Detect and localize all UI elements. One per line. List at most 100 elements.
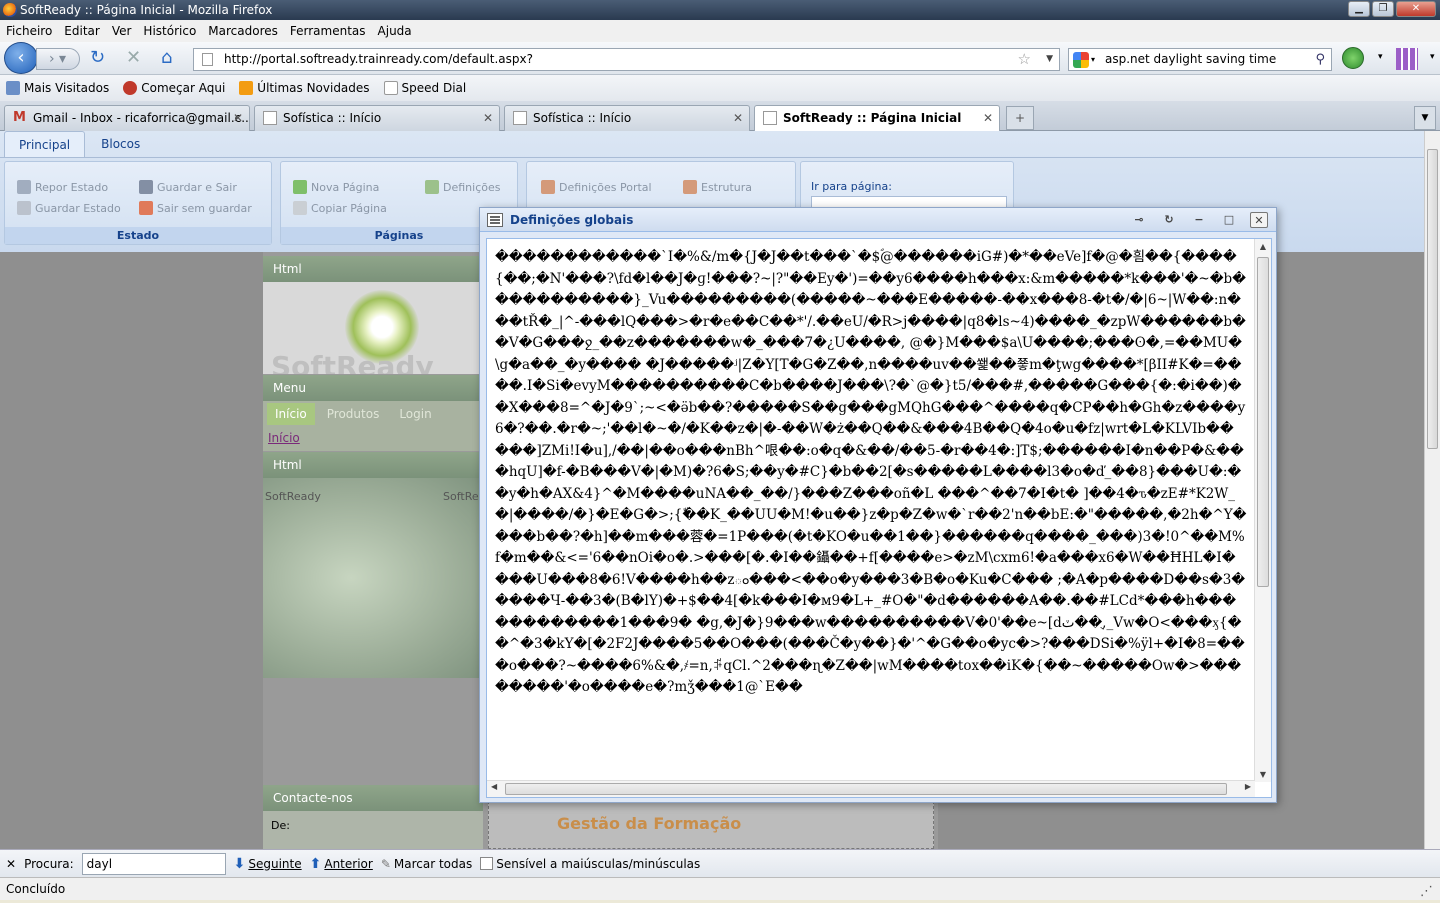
addon-dropdown-icon[interactable]: ▾ bbox=[1378, 52, 1383, 62]
find-previous-button[interactable]: ⬆ Anterior bbox=[310, 856, 373, 872]
widget-header: Html bbox=[263, 256, 483, 282]
url-bar[interactable]: http://portal.softready.trainready.com/d… bbox=[193, 48, 1060, 71]
menu-bar: Ficheiro Editar Ver Histórico Marcadores… bbox=[0, 20, 1440, 42]
maximize-icon[interactable]: □ bbox=[1220, 212, 1238, 228]
bookmark-star-icon[interactable]: ☆ bbox=[1018, 49, 1031, 70]
ir-para-label: Ir para página: bbox=[811, 180, 892, 193]
minimize-button[interactable]: ▁ bbox=[1348, 1, 1370, 17]
menu-ajuda[interactable]: Ajuda bbox=[378, 24, 412, 38]
speed-dial-grid-icon[interactable] bbox=[1396, 48, 1418, 70]
search-icon[interactable]: ⚲ bbox=[1315, 49, 1325, 70]
bookmark-speed-dial[interactable]: Speed Dial bbox=[383, 81, 466, 95]
find-input[interactable] bbox=[81, 852, 226, 875]
bookmark-comecar-aqui[interactable]: Começar Aqui bbox=[123, 81, 225, 95]
tab-list-button[interactable]: ▼ bbox=[1414, 106, 1436, 130]
menu-ficheiro[interactable]: Ficheiro bbox=[6, 24, 52, 38]
google-icon[interactable] bbox=[1073, 52, 1089, 68]
group-label-estado: Estado bbox=[5, 227, 271, 244]
page-icon bbox=[763, 111, 777, 125]
pencil-icon bbox=[683, 180, 697, 194]
estrutura-button[interactable]: Estrutura bbox=[683, 180, 752, 194]
tab-sofistica-2[interactable]: Sofística :: Início ✕ bbox=[504, 105, 750, 131]
firefox-icon bbox=[3, 3, 17, 17]
back-button[interactable]: ‹ bbox=[4, 42, 38, 74]
inicio-link[interactable]: Início bbox=[268, 431, 300, 445]
gmail-icon: M bbox=[13, 110, 26, 125]
close-icon[interactable]: ✕ bbox=[1250, 212, 1268, 228]
menu-link-login[interactable]: Login bbox=[391, 403, 439, 425]
maximize-button[interactable]: ❐ bbox=[1372, 1, 1394, 17]
widget-html-2: Html bbox=[263, 452, 483, 478]
widget-contact: Contacte-nos De: bbox=[263, 785, 483, 849]
close-find-icon[interactable]: ✕ bbox=[6, 857, 16, 871]
menu-ferramentas[interactable]: Ferramentas bbox=[290, 24, 366, 38]
ribbon-tab-blocos[interactable]: Blocos bbox=[87, 131, 154, 157]
scroll-left-icon[interactable]: ◀ bbox=[491, 782, 497, 791]
ribbon-tab-principal[interactable]: Principal bbox=[4, 131, 86, 157]
arrow-up-icon: ⬆ bbox=[309, 855, 322, 872]
dialog-titlebar: Definições globais ⊸ ↻ − □ ✕ bbox=[480, 208, 1276, 232]
close-tab-icon[interactable]: ✕ bbox=[483, 106, 493, 130]
menu-link-produtos[interactable]: Produtos bbox=[319, 403, 388, 425]
resize-grip-icon[interactable]: ⋰ bbox=[1420, 881, 1436, 899]
guardar-estado-button[interactable]: Guardar Estado bbox=[17, 201, 121, 215]
scroll-up-icon[interactable]: ▲ bbox=[1255, 242, 1271, 251]
reload-icon[interactable]: ↻ bbox=[90, 49, 105, 67]
stop-icon[interactable]: ✕ bbox=[126, 49, 141, 67]
menu-marcadores[interactable]: Marcadores bbox=[208, 24, 278, 38]
save-state-icon bbox=[17, 201, 31, 215]
scroll-thumb[interactable] bbox=[505, 783, 1227, 795]
addon-globe-icon[interactable] bbox=[1342, 47, 1364, 69]
menu-link-inicio[interactable]: Início bbox=[267, 403, 315, 425]
tab-sofistica-1[interactable]: Sofística :: Início ✕ bbox=[254, 105, 500, 131]
find-bar: ✕ Procura: ⬇Seguinte ⬆Anterior ✎Marcar t… bbox=[0, 849, 1440, 877]
menu-ver[interactable]: Ver bbox=[112, 24, 132, 38]
page-icon bbox=[202, 53, 213, 66]
url-dropdown-icon[interactable]: ▼ bbox=[1046, 49, 1053, 70]
scroll-down-icon[interactable]: ▼ bbox=[1255, 770, 1271, 779]
page-vertical-scrollbar[interactable] bbox=[1424, 131, 1440, 849]
nova-pagina-button[interactable]: Nova Página bbox=[293, 180, 379, 194]
exit-icon bbox=[139, 201, 153, 215]
widget-html-logo: Html SoftReady bbox=[263, 256, 483, 374]
forward-button[interactable]: › ▾ bbox=[36, 48, 80, 70]
pin-icon[interactable]: ⊸ bbox=[1130, 212, 1148, 228]
refresh-icon[interactable]: ↻ bbox=[1160, 212, 1178, 228]
engine-dropdown-icon[interactable]: ▾ bbox=[1091, 49, 1095, 70]
tab-softready[interactable]: SoftReady :: Página Inicial ✕ bbox=[754, 105, 1000, 132]
repor-estado-button[interactable]: Repor Estado bbox=[17, 180, 108, 194]
dialog-horizontal-scrollbar[interactable]: ◀ ▶ bbox=[487, 780, 1255, 797]
definicoes-portal-button[interactable]: Definições Portal bbox=[541, 180, 652, 194]
copiar-pagina-button[interactable]: Copiar Página bbox=[293, 201, 387, 215]
search-bar[interactable]: ▾ asp.net daylight saving time ⚲ bbox=[1068, 48, 1332, 71]
menu-links: Início Produtos Login bbox=[267, 403, 440, 425]
new-tab-button[interactable]: + bbox=[1006, 106, 1034, 130]
highlight-all-button[interactable]: ✎ Marcar todas bbox=[381, 857, 472, 871]
edit-icon bbox=[425, 180, 439, 194]
dialog-vertical-scrollbar[interactable]: ▲ ▼ bbox=[1254, 239, 1271, 782]
tab-gmail[interactable]: M Gmail - Inbox - ricaforrica@gmail.c...… bbox=[4, 105, 250, 131]
definicoes-button[interactable]: Definições bbox=[425, 180, 500, 194]
menu-historico[interactable]: Histórico bbox=[143, 24, 196, 38]
navigation-toolbar: ‹ › ▾ ↻ ✕ ⌂ http://portal.softready.trai… bbox=[0, 42, 1440, 75]
bookmark-ultimas-novidades[interactable]: Últimas Novidades bbox=[239, 81, 370, 95]
scroll-right-icon[interactable]: ▶ bbox=[1245, 782, 1251, 791]
url-text: http://portal.softready.trainready.com/d… bbox=[224, 52, 533, 66]
menu-editar[interactable]: Editar bbox=[64, 24, 100, 38]
close-window-button[interactable]: ✕ bbox=[1396, 1, 1436, 17]
close-tab-icon[interactable]: ✕ bbox=[983, 106, 993, 130]
sair-sem-guardar-button[interactable]: Sair sem guardar bbox=[139, 201, 252, 215]
toolbar-dropdown-icon[interactable]: ▾ bbox=[1430, 52, 1435, 62]
bookmark-mais-visitados[interactable]: Mais Visitados bbox=[6, 81, 109, 95]
minimize-icon[interactable]: − bbox=[1190, 212, 1208, 228]
close-tab-icon[interactable]: ✕ bbox=[733, 106, 743, 130]
close-tab-icon[interactable]: ✕ bbox=[233, 106, 243, 130]
match-case-checkbox[interactable]: Sensível a maiúsculas/minúsculas bbox=[480, 857, 700, 871]
scroll-thumb[interactable] bbox=[1257, 257, 1269, 587]
home-icon[interactable]: ⌂ bbox=[161, 49, 172, 67]
guardar-sair-button[interactable]: Guardar e Sair bbox=[139, 180, 237, 194]
scroll-thumb[interactable] bbox=[1427, 149, 1438, 449]
find-label: Procura: bbox=[24, 856, 74, 871]
find-next-button[interactable]: ⬇ Seguinte bbox=[234, 856, 302, 872]
widget-header: Menu bbox=[263, 375, 483, 401]
